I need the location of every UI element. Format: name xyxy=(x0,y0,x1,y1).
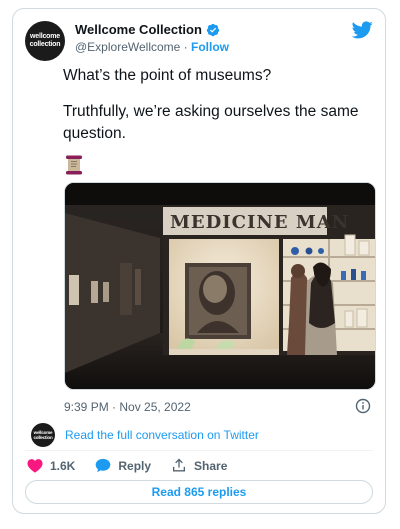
tweet-timestamp[interactable]: 9:39 PM · Nov 25, 2022 xyxy=(64,400,191,414)
avatar-small-line-2: collection xyxy=(33,435,53,440)
author-block: Wellcome Collection @ExploreWellcome · F… xyxy=(75,22,229,54)
share-icon xyxy=(173,458,186,472)
divider xyxy=(25,450,373,451)
share-label: Share xyxy=(194,458,228,473)
like-count: 1.6K xyxy=(50,458,76,473)
author-handle[interactable]: @ExploreWellcome xyxy=(75,40,180,54)
follow-link[interactable]: Follow xyxy=(191,40,229,54)
avatar-line-2: collection xyxy=(29,41,61,48)
conversation-row[interactable]: wellcome collection Read the full conver… xyxy=(31,423,259,447)
scroll-emoji-icon xyxy=(66,155,82,175)
avatar[interactable]: wellcome collection xyxy=(25,21,65,61)
tweet-card: wellcome collection Wellcome Collection … xyxy=(12,8,386,514)
tweet-line-2: Truthfully, we’re asking ourselves the s… xyxy=(63,103,359,142)
share-button[interactable]: Share xyxy=(171,458,227,473)
tweet-line-1: What’s the point of museums? xyxy=(63,67,272,84)
tweet-actions: 1.6K Reply Share xyxy=(27,458,247,473)
read-conversation-link[interactable]: Read the full conversation on Twitter xyxy=(65,428,259,442)
separator: · xyxy=(183,40,188,54)
avatar-line-1: wellcome xyxy=(30,33,60,40)
conversation-avatar: wellcome collection xyxy=(31,423,55,447)
tweet-photo[interactable]: MEDICINE MAN xyxy=(64,182,376,390)
reply-button[interactable]: Reply xyxy=(95,458,151,473)
twitter-bird-icon[interactable] xyxy=(352,21,373,39)
medicine-man-sign: MEDICINE MAN xyxy=(170,212,349,233)
museum-gallery-image: MEDICINE MAN xyxy=(65,183,375,389)
tweet-text: What’s the point of museums? Truthfully,… xyxy=(63,65,373,145)
reply-label: Reply xyxy=(118,458,152,473)
like-button[interactable]: 1.6K xyxy=(27,458,75,473)
author-name[interactable]: Wellcome Collection xyxy=(75,22,202,37)
heart-icon xyxy=(27,459,43,473)
verified-badge-icon xyxy=(206,23,220,36)
read-replies-button[interactable]: Read 865 replies xyxy=(25,480,373,504)
info-icon[interactable] xyxy=(355,398,371,414)
reply-bubble-icon xyxy=(96,458,111,473)
